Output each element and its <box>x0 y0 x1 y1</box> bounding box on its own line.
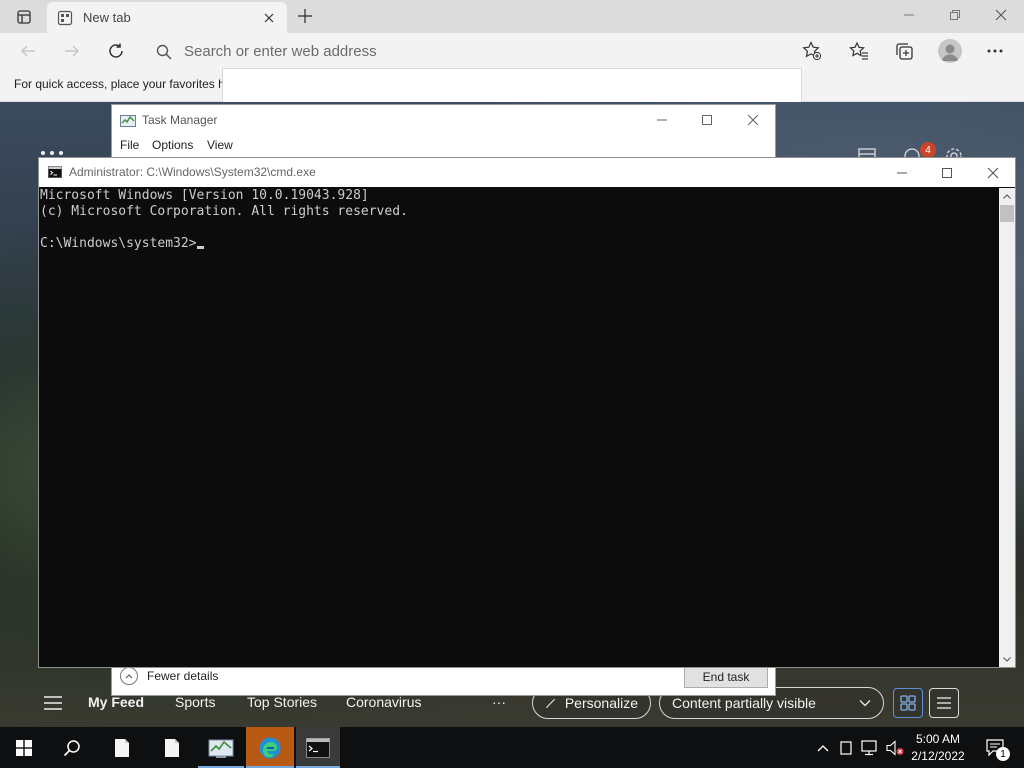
start-button[interactable] <box>0 727 48 768</box>
windows-logo-icon <box>16 739 32 756</box>
task-manager-title: Task Manager <box>142 113 218 127</box>
menu-view[interactable]: View <box>207 138 233 152</box>
search-button[interactable] <box>48 727 96 768</box>
collections-icon[interactable] <box>891 39 917 63</box>
console-line: (c) Microsoft Corporation. All rights re… <box>40 204 408 219</box>
cmd-title: Administrator: C:\Windows\System32\cmd.e… <box>69 165 316 179</box>
taskbar-app-document-1[interactable] <box>98 727 146 768</box>
show-hidden-icons-chevron-up-icon[interactable] <box>812 727 834 768</box>
tray-storage-icon[interactable] <box>836 727 856 768</box>
tab-title: New tab <box>83 10 131 25</box>
text-cursor <box>196 246 204 249</box>
address-input[interactable] <box>184 43 784 60</box>
scroll-down-arrow-icon[interactable] <box>999 651 1015 667</box>
edge-browser-icon <box>259 737 281 758</box>
tab-new-tab[interactable]: New tab <box>47 2 287 33</box>
console-output[interactable]: Microsoft Windows [Version 10.0.19043.92… <box>39 188 999 667</box>
cmd-window: Administrator: C:\Windows\System32\cmd.e… <box>38 157 1016 668</box>
add-favorite-icon[interactable] <box>799 39 825 63</box>
menu-options[interactable]: Options <box>152 138 193 152</box>
scrollbar-thumb[interactable] <box>1000 205 1014 222</box>
nav-top-stories[interactable]: Top Stories <box>247 694 317 710</box>
personalize-label: Personalize <box>564 695 638 711</box>
notification-badge: 4 <box>920 142 936 158</box>
more-options-icon[interactable] <box>982 39 1008 63</box>
task-manager-maximize-button[interactable] <box>684 105 730 135</box>
cmd-title-bar[interactable]: Administrator: C:\Windows\System32\cmd.e… <box>39 158 1015 187</box>
nav-my-feed[interactable]: My Feed <box>88 694 144 710</box>
profile-avatar[interactable] <box>938 39 962 63</box>
grid-icon <box>900 695 916 711</box>
browser-close-button[interactable] <box>978 0 1024 30</box>
task-manager-icon <box>120 113 136 129</box>
fewer-details-button[interactable]: Fewer details <box>120 667 218 685</box>
taskbar-app-edge[interactable] <box>246 727 294 768</box>
back-arrow-icon[interactable] <box>15 39 41 63</box>
new-tab-page-icon <box>57 10 73 26</box>
nav-coronavirus[interactable]: Coronavirus <box>346 694 421 710</box>
clock-date: 2/12/2022 <box>911 749 965 763</box>
taskbar-search-icon <box>63 739 80 756</box>
tab-actions-icon[interactable] <box>10 7 38 27</box>
pencil-icon <box>546 698 555 709</box>
console-prompt: C:\Windows\system32> <box>40 236 197 251</box>
cmd-minimize-button[interactable] <box>879 158 925 187</box>
system-clock[interactable]: 5:00 AM 2/12/2022 <box>907 731 969 765</box>
action-center-badge: 1 <box>996 747 1010 761</box>
address-bar[interactable] <box>150 37 832 66</box>
content-visibility-value: Content partially visible <box>672 695 816 711</box>
cmd-icon <box>306 737 330 758</box>
task-manager-icon <box>208 739 234 758</box>
close-tab-icon[interactable] <box>261 10 277 26</box>
task-manager-minimize-button[interactable] <box>639 105 685 135</box>
taskbar-app-document-2[interactable] <box>148 727 196 768</box>
chevron-up-icon <box>120 667 138 685</box>
grid-view-button[interactable] <box>893 688 923 718</box>
favorites-bar-hint: For quick access, place your favorites h <box>14 77 225 91</box>
scroll-up-arrow-icon[interactable] <box>999 188 1015 204</box>
ntp-apps-icon[interactable] <box>40 150 64 156</box>
fewer-details-label: Fewer details <box>147 669 219 683</box>
menu-file[interactable]: File <box>120 138 139 152</box>
cmd-maximize-button[interactable] <box>924 158 970 187</box>
document-icon <box>165 738 179 757</box>
volume-muted-icon[interactable] <box>884 727 906 768</box>
hamburger-menu-icon[interactable] <box>44 696 62 710</box>
console-prompt-line: C:\Windows\system32> <box>40 236 999 252</box>
refresh-icon[interactable] <box>103 39 129 63</box>
chevron-down-icon <box>859 700 871 707</box>
action-center-button[interactable]: 1 <box>978 727 1014 768</box>
task-manager-close-button[interactable] <box>730 105 776 135</box>
nav-sports[interactable]: Sports <box>175 694 215 710</box>
browser-toolbar <box>0 33 1024 69</box>
nav-more[interactable]: ··· <box>492 694 506 710</box>
new-tab-button[interactable] <box>293 4 317 28</box>
cmd-close-button[interactable] <box>970 158 1016 187</box>
forward-arrow-icon[interactable] <box>59 39 85 63</box>
favorites-icon[interactable] <box>846 39 872 63</box>
console-line: Microsoft Windows [Version 10.0.19043.92… <box>40 188 369 203</box>
list-icon <box>937 697 951 709</box>
list-view-button[interactable] <box>929 688 959 718</box>
browser-restore-button[interactable] <box>932 0 978 30</box>
search-icon <box>156 44 172 60</box>
taskbar-app-task-manager[interactable] <box>198 727 244 768</box>
taskbar-app-cmd[interactable] <box>296 727 340 768</box>
cmd-scrollbar[interactable] <box>999 188 1015 667</box>
browser-tab-bar: New tab <box>0 0 1024 33</box>
clock-time: 5:00 AM <box>915 732 961 746</box>
taskbar: 5:00 AM 2/12/2022 1 <box>0 727 1024 768</box>
favorites-popup-panel <box>222 68 802 106</box>
document-icon <box>115 738 129 757</box>
network-icon[interactable] <box>858 727 882 768</box>
browser-minimize-button[interactable] <box>886 0 932 30</box>
cmd-icon <box>48 166 62 178</box>
end-task-button[interactable]: End task <box>684 666 768 688</box>
